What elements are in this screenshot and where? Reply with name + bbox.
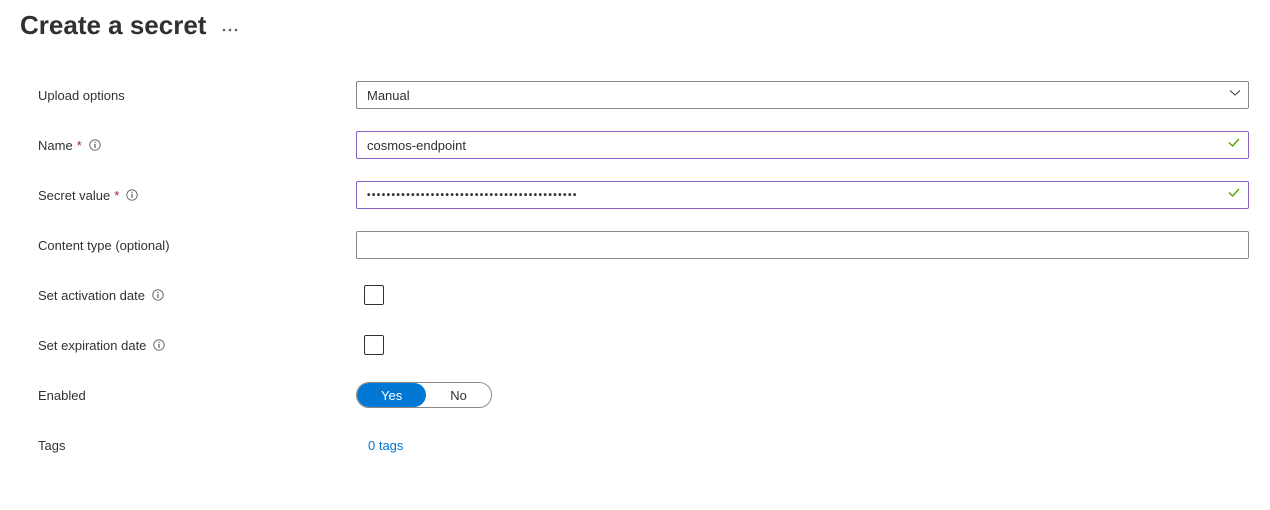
secret-value-input[interactable]: ••••••••••••••••••••••••••••••••••••••••…	[356, 181, 1249, 209]
info-icon[interactable]	[152, 289, 164, 301]
row-content-type: Content type (optional)	[38, 231, 1250, 259]
content-type-input[interactable]	[356, 231, 1249, 259]
label-text: Set activation date	[38, 288, 145, 303]
name-input[interactable]	[356, 131, 1249, 159]
enabled-toggle-no[interactable]: No	[426, 383, 491, 407]
page-title: Create a secret	[20, 10, 206, 41]
label-text: Enabled	[38, 388, 86, 403]
page-header: Create a secret	[20, 0, 1250, 81]
enabled-toggle-yes[interactable]: Yes	[357, 383, 426, 407]
create-secret-form: Upload options Manual Name *	[20, 81, 1250, 459]
label-text: Name	[38, 138, 73, 153]
label-activation-date: Set activation date	[38, 288, 356, 303]
required-indicator: *	[114, 188, 119, 203]
label-secret-value: Secret value *	[38, 188, 356, 203]
label-text: Upload options	[38, 88, 125, 103]
more-icon[interactable]	[222, 19, 238, 37]
label-tags: Tags	[38, 438, 356, 453]
label-enabled: Enabled	[38, 388, 356, 403]
label-upload-options: Upload options	[38, 88, 356, 103]
info-icon[interactable]	[89, 139, 101, 151]
row-tags: Tags 0 tags	[38, 431, 1250, 459]
label-expiration-date: Set expiration date	[38, 338, 356, 353]
upload-options-value: Manual	[356, 81, 1249, 109]
required-indicator: *	[77, 138, 82, 153]
row-name: Name *	[38, 131, 1250, 159]
tags-link[interactable]: 0 tags	[368, 438, 403, 453]
activation-date-checkbox[interactable]	[364, 285, 384, 305]
label-text: Secret value	[38, 188, 110, 203]
upload-options-select[interactable]: Manual	[356, 81, 1249, 109]
label-content-type: Content type (optional)	[38, 238, 356, 253]
row-expiration-date: Set expiration date	[38, 331, 1250, 359]
row-upload-options: Upload options Manual	[38, 81, 1250, 109]
info-icon[interactable]	[126, 189, 138, 201]
row-enabled: Enabled Yes No	[38, 381, 1250, 409]
expiration-date-checkbox[interactable]	[364, 335, 384, 355]
label-text: Content type (optional)	[38, 238, 170, 253]
row-activation-date: Set activation date	[38, 281, 1250, 309]
info-icon[interactable]	[153, 339, 165, 351]
row-secret-value: Secret value * •••••••••••••••••••••••••…	[38, 181, 1250, 209]
label-text: Tags	[38, 438, 65, 453]
label-text: Set expiration date	[38, 338, 146, 353]
enabled-toggle: Yes No	[356, 382, 492, 408]
label-name: Name *	[38, 138, 356, 153]
